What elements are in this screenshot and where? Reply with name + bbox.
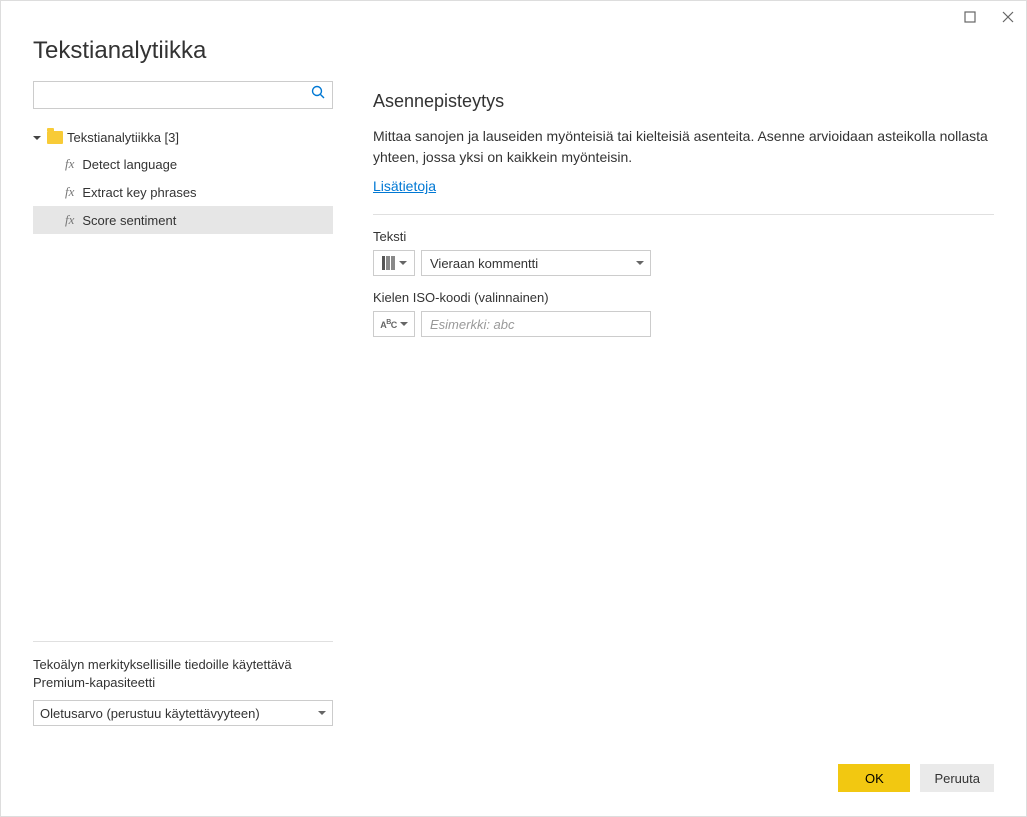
tree-item-detect-language[interactable]: fx Detect language xyxy=(33,150,333,178)
tree-group-label: Tekstianalytiikka [3] xyxy=(67,130,179,145)
cancel-button[interactable]: Peruuta xyxy=(920,764,994,792)
field-teksti: Teksti Vieraan kommentti xyxy=(373,214,994,276)
field-label: Kielen ISO-koodi (valinnainen) xyxy=(373,290,994,305)
abc-icon: ABC xyxy=(380,319,397,330)
type-selector-abc[interactable]: ABC xyxy=(373,311,415,337)
expander-icon xyxy=(33,136,41,140)
tree-item-label: Score sentiment xyxy=(82,213,176,228)
capacity-label: Tekoälyn merkityksellisille tiedoille kä… xyxy=(33,656,333,692)
chevron-down-icon xyxy=(400,322,408,326)
tree-group-header[interactable]: Tekstianalytiikka [3] xyxy=(33,125,333,150)
sidebar-footer: Tekoälyn merkityksellisille tiedoille kä… xyxy=(33,641,333,746)
close-button[interactable] xyxy=(1000,9,1016,25)
chevron-down-icon xyxy=(399,261,407,265)
tree-item-extract-key-phrases[interactable]: fx Extract key phrases xyxy=(33,178,333,206)
field-label: Teksti xyxy=(373,229,994,244)
sidebar: Tekstianalytiikka Tekstianalytiikka [3] … xyxy=(33,37,333,746)
section-title: Asennepisteytys xyxy=(373,91,994,112)
teksti-value-select[interactable]: Vieraan kommentti xyxy=(421,250,651,276)
function-tree: Tekstianalytiikka [3] fx Detect language… xyxy=(33,125,333,234)
tree-item-score-sentiment[interactable]: fx Score sentiment xyxy=(33,206,333,234)
type-selector-column[interactable] xyxy=(373,250,415,276)
field-kielen-iso: Kielen ISO-koodi (valinnainen) ABC xyxy=(373,290,994,337)
kielen-iso-input[interactable] xyxy=(421,311,651,337)
capacity-select[interactable]: Oletusarvo (perustuu käytettävyyteen) xyxy=(33,700,333,726)
fx-icon: fx xyxy=(65,212,74,228)
search-input[interactable] xyxy=(34,82,332,108)
folder-icon xyxy=(47,131,63,144)
ok-button[interactable]: OK xyxy=(838,764,910,792)
dialog-title: Tekstianalytiikka xyxy=(33,37,333,65)
column-icon xyxy=(382,256,396,270)
section-description: Mittaa sanojen ja lauseiden myönteisiä t… xyxy=(373,126,994,168)
main-panel: Asennepisteytys Mittaa sanojen ja lausei… xyxy=(333,37,994,746)
dialog-buttons: OK Peruuta xyxy=(838,764,994,792)
fx-icon: fx xyxy=(65,184,74,200)
chevron-down-icon xyxy=(318,711,326,715)
learn-more-link[interactable]: Lisätietoja xyxy=(373,178,436,194)
chevron-down-icon xyxy=(636,261,644,265)
maximize-button[interactable] xyxy=(962,9,978,25)
select-value: Vieraan kommentti xyxy=(430,256,538,271)
capacity-select-value: Oletusarvo (perustuu käytettävyyteen) xyxy=(40,706,260,721)
search-input-wrap[interactable] xyxy=(33,81,333,109)
tree-item-label: Extract key phrases xyxy=(82,185,196,200)
fx-icon: fx xyxy=(65,156,74,172)
tree-item-label: Detect language xyxy=(82,157,177,172)
